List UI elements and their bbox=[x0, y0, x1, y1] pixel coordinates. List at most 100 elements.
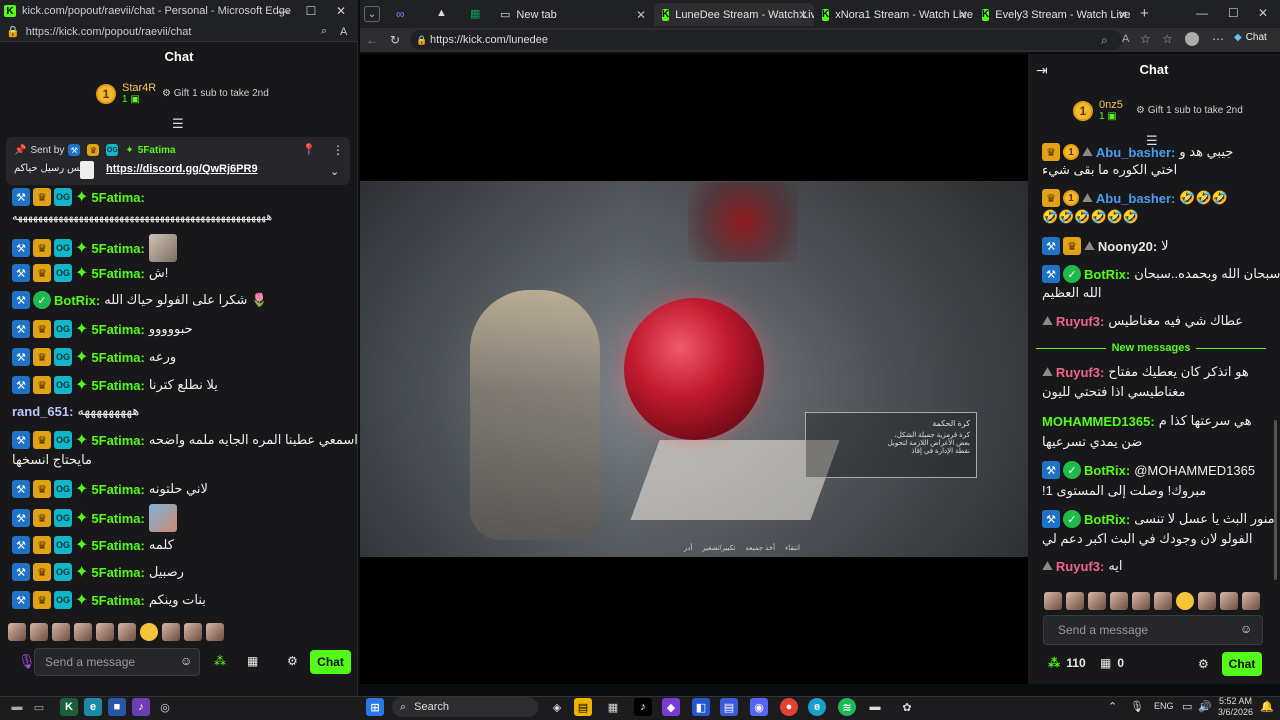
pinned-tab-icon[interactable]: ▲ bbox=[436, 7, 447, 19]
message-username[interactable]: BotRix: bbox=[1084, 512, 1130, 527]
message-username[interactable]: Noony20: bbox=[1098, 239, 1157, 254]
close-tab-icon[interactable]: ✕ bbox=[798, 8, 808, 22]
clock[interactable]: 5:52 AM 3/6/2026 bbox=[1218, 696, 1253, 718]
spotify-icon[interactable]: ≋ bbox=[838, 698, 856, 716]
favorite-icon[interactable]: ☆ bbox=[1140, 32, 1151, 46]
mic-tray-icon[interactable]: 🎙 bbox=[1130, 700, 1144, 713]
tab-lunedee[interactable]: K LuneDee Stream - Watch Live on Kick✕ bbox=[654, 3, 814, 26]
maximize-button[interactable]: ☐ bbox=[296, 0, 326, 22]
close-button[interactable]: ✕ bbox=[1258, 6, 1268, 20]
emote-quick[interactable] bbox=[118, 623, 136, 641]
chat-message[interactable]: ⚒ ✓ BotRix: منور البث يا عسل لا تنسى bbox=[1042, 510, 1275, 528]
emote-quick[interactable] bbox=[1044, 592, 1062, 610]
pin-toggle-icon[interactable]: 📍 bbox=[302, 143, 316, 156]
close-button[interactable]: ✕ bbox=[326, 0, 356, 22]
chat-message[interactable]: ⚒ ♛ OG ✦ 5Fatima: يلا نطلع كترنا bbox=[12, 375, 218, 395]
chat-input[interactable]: Send a message bbox=[1043, 615, 1263, 645]
emote-quick[interactable] bbox=[1154, 592, 1172, 610]
emote-quick[interactable] bbox=[8, 623, 26, 641]
chat-message[interactable]: ⚒ ♛ OG ✦ 5Fatima: bbox=[12, 187, 149, 207]
gift-sub-prompt[interactable]: ⚙ Gift 1 sub to take 2nd bbox=[162, 88, 269, 99]
read-aloud-icon[interactable]: A bbox=[340, 26, 347, 38]
emote-quick[interactable] bbox=[1132, 592, 1150, 610]
chat-message[interactable]: ♛ 1 ⛰ Abu_basher: 🤣🤣🤣 bbox=[1042, 189, 1228, 207]
app-icon[interactable]: ■ bbox=[108, 698, 126, 716]
message-username[interactable]: 5Fatima: bbox=[91, 241, 144, 256]
emote-quickbar[interactable] bbox=[8, 623, 224, 641]
store-icon[interactable]: ▦ bbox=[247, 654, 258, 668]
tab-xnora1[interactable]: KxNora1 Stream - Watch Live on Kick✕ bbox=[814, 3, 974, 26]
emote-quick[interactable] bbox=[1066, 592, 1084, 610]
minimize-button[interactable]: — bbox=[268, 0, 298, 22]
emoji-icon[interactable]: ☺ bbox=[1240, 622, 1252, 636]
tab-evely3[interactable]: K Evely3 Stream - Watch Live on Kick✕ bbox=[974, 3, 1134, 26]
close-tab-icon[interactable]: ✕ bbox=[958, 8, 968, 22]
chrome-icon[interactable]: ● bbox=[780, 698, 798, 716]
emote-quickbar[interactable] bbox=[1044, 592, 1260, 610]
chat-message[interactable]: ⚒ ♛ OG ✦ 5Fatima: كلمه bbox=[12, 535, 174, 555]
app-icon[interactable]: ▬ bbox=[866, 698, 884, 716]
maximize-button[interactable]: ☐ bbox=[1228, 6, 1239, 20]
collapse-leaderboard-icon[interactable]: ☰ bbox=[172, 116, 184, 132]
close-tab-icon[interactable]: ✕ bbox=[1118, 8, 1128, 22]
chat-message[interactable]: ⚒ ♛ OG ✦ 5Fatima: رصبيل bbox=[12, 562, 184, 582]
emote-quick[interactable] bbox=[74, 623, 92, 641]
emote-quick[interactable] bbox=[1110, 592, 1128, 610]
edge-icon[interactable]: e bbox=[808, 698, 826, 716]
emote-quick[interactable] bbox=[30, 623, 48, 641]
gift-sub-prompt[interactable]: ⚙ Gift 1 sub to take 2nd bbox=[1136, 105, 1243, 116]
message-username[interactable]: 5Fatima: bbox=[91, 433, 144, 448]
chat-message[interactable]: rand_651: هههههههههه bbox=[12, 403, 139, 419]
message-username[interactable]: 5Fatima: bbox=[91, 593, 144, 608]
message-username[interactable]: 5Fatima: bbox=[91, 565, 144, 580]
app-icon[interactable]: ◎ bbox=[156, 698, 174, 716]
viewer-kicks[interactable]: ⁂ 110 bbox=[1048, 656, 1086, 670]
emote-quick[interactable] bbox=[96, 623, 114, 641]
emote-quick[interactable] bbox=[1242, 592, 1260, 610]
copilot-icon[interactable]: ◈ bbox=[548, 698, 566, 716]
emote-quick[interactable] bbox=[1176, 592, 1194, 610]
settings-icon[interactable]: ⚙ bbox=[287, 654, 298, 668]
chat-message[interactable]: ⚒ ♛ OG ✦ 5Fatima: ورعه bbox=[12, 347, 176, 367]
volume-icon[interactable]: 🔊 bbox=[1198, 700, 1212, 713]
edge-icon[interactable]: e bbox=[84, 698, 102, 716]
file-explorer-icon[interactable]: ▤ bbox=[574, 698, 592, 716]
favorites-bar-icon[interactable]: ☆ bbox=[1162, 32, 1173, 46]
chat-scrollbar[interactable] bbox=[1274, 420, 1277, 580]
tab-new-tab[interactable]: ▭ New tab ✕ bbox=[492, 3, 652, 26]
emote-quick[interactable] bbox=[1198, 592, 1216, 610]
message-username[interactable]: 5Fatima: bbox=[91, 322, 144, 337]
chat-message[interactable]: ⚒ ♛ OG ✦ 5Fatima: bbox=[12, 504, 177, 532]
chat-send-button[interactable]: Chat bbox=[310, 650, 351, 674]
message-username[interactable]: BotRix: bbox=[54, 293, 100, 308]
network-icon[interactable]: ▭ bbox=[1182, 700, 1192, 713]
notifications-icon[interactable]: 🔔 bbox=[1260, 700, 1274, 713]
notes-icon[interactable]: ▤ bbox=[720, 698, 738, 716]
expand-pinned-icon[interactable]: ⌄ bbox=[330, 165, 339, 178]
leaderboard-first[interactable]: 1 Star4R 1 ▣ bbox=[96, 82, 156, 105]
zoom-icon[interactable]: ⌕ bbox=[1101, 33, 1108, 48]
new-tab-button[interactable]: + bbox=[1140, 5, 1149, 22]
read-aloud-icon[interactable]: A bbox=[1122, 33, 1129, 45]
app-icon[interactable]: ♪ bbox=[132, 698, 150, 716]
sheets-tab-icon[interactable]: ▦ bbox=[470, 7, 480, 20]
message-username[interactable]: BotRix: bbox=[1084, 463, 1130, 478]
pinned-link[interactable]: https://discord.gg/QwRj6PR9 bbox=[106, 163, 258, 175]
message-username[interactable]: 5Fatima: bbox=[91, 190, 144, 205]
chat-message[interactable]: ⛰ Ruyuf3: عطاك شي فيه مغناطيس bbox=[1042, 313, 1243, 329]
message-username[interactable]: Abu_basher: bbox=[1096, 191, 1175, 206]
chat-send-button[interactable]: Chat bbox=[1222, 652, 1262, 676]
kicks-icon[interactable]: ⁂ bbox=[214, 654, 226, 668]
chat-message[interactable]: MOHAMMED1365: هي سرعتها كذا م bbox=[1042, 413, 1252, 429]
widgets-icon[interactable]: ▬ bbox=[8, 698, 26, 716]
emote-quick[interactable] bbox=[184, 623, 202, 641]
pinned-message[interactable]: 📌 Sent by ⚒ ♛ OG ✦ 5Fatima نس رسيل حياكم… bbox=[6, 137, 350, 185]
chat-message[interactable]: ⚒ ♛ OG ✦ 5Fatima: بنات وينكم bbox=[12, 590, 206, 610]
message-username[interactable]: rand_651: bbox=[12, 404, 73, 419]
emote-quick[interactable] bbox=[52, 623, 70, 641]
app-icon[interactable]: K bbox=[60, 698, 78, 716]
taskbar-search[interactable]: ⌕ Search bbox=[392, 697, 538, 717]
chat-message[interactable]: ⚒ ♛ OG ✦ 5Fatima: لاني حلتونه bbox=[12, 479, 208, 499]
tray-chevron-icon[interactable]: ⌃ bbox=[1108, 700, 1117, 713]
chat-message[interactable]: ⚒ ✓ BotRix: سبحان الله وبحمده..سبحان bbox=[1042, 265, 1280, 283]
